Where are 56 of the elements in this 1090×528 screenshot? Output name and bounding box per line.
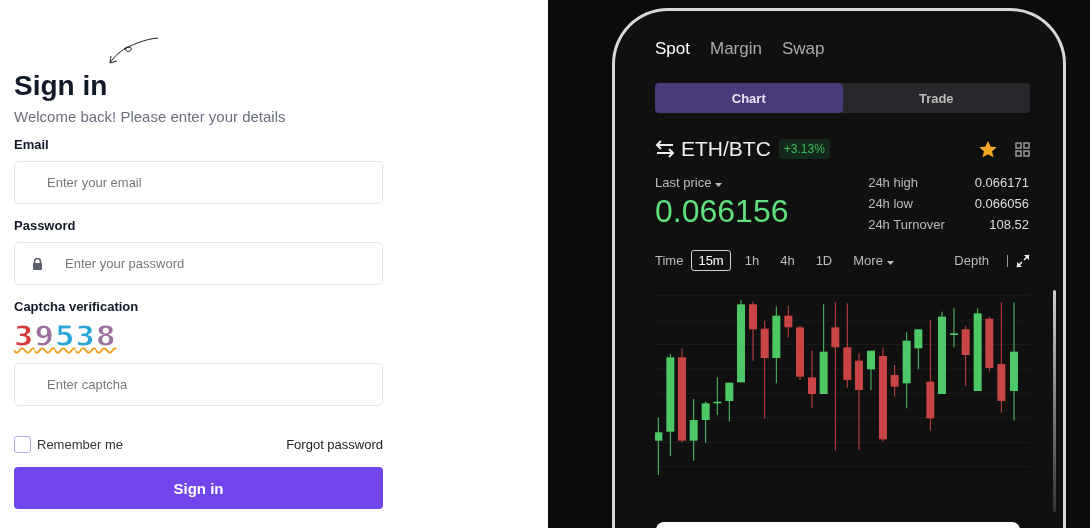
expand-icon[interactable] — [1016, 253, 1030, 268]
candlestick — [725, 382, 734, 423]
stat-label: 24h high — [868, 175, 920, 190]
forgot-password-link[interactable]: Forgot password — [286, 437, 383, 452]
field-label: Captcha verification — [14, 299, 139, 314]
stat-value: 0.066171 — [974, 175, 1029, 190]
caret-icon — [886, 261, 894, 265]
interval-tab[interactable]: 1h — [737, 250, 767, 271]
candlestick — [784, 305, 793, 338]
candlestick — [808, 350, 816, 409]
candlestick — [961, 325, 970, 387]
last-price: 0.066156 — [655, 193, 789, 230]
time-label: Time — [655, 253, 684, 268]
candlestick — [749, 301, 757, 362]
password-field[interactable]: Enter your password — [14, 242, 383, 285]
candlestick — [689, 398, 698, 462]
price-type-dropdown[interactable]: Last price — [655, 175, 789, 190]
more-dropdown[interactable]: More — [846, 250, 901, 271]
caret-icon — [715, 183, 722, 187]
pair-name: ETH/BTC — [681, 137, 771, 161]
candlestick — [701, 401, 710, 444]
subtitle: Welcome back! Please enter your details — [14, 108, 286, 125]
swap-arrows-icon — [655, 140, 675, 158]
view-tab[interactable]: Trade — [842, 83, 1030, 113]
market-tab[interactable]: Swap — [781, 39, 825, 59]
view-tab[interactable]: Chart — [655, 83, 843, 113]
candlestick — [867, 350, 875, 391]
candlestick — [796, 325, 804, 381]
interval-tab[interactable]: 4h — [773, 250, 802, 271]
stat-label: 24h low — [868, 196, 914, 211]
captcha-field[interactable]: Enter captcha — [14, 363, 383, 406]
candlestick — [950, 307, 958, 348]
grid-icon[interactable] — [1015, 141, 1030, 157]
stat-value: 108.52 — [988, 217, 1029, 232]
captcha-image: 39538 — [14, 321, 117, 353]
depth-tab[interactable]: Depth — [947, 250, 996, 271]
candlestick — [713, 376, 722, 416]
star-icon[interactable] — [979, 140, 997, 158]
page-title: Sign in — [14, 70, 108, 102]
candlestick — [890, 364, 899, 398]
remember-checkbox[interactable]: Remember me — [14, 436, 123, 453]
interval-tab[interactable]: 1D — [808, 250, 840, 271]
candlestick — [914, 328, 923, 370]
change-badge: +3.13% — [778, 139, 830, 159]
lock-icon — [32, 258, 43, 270]
stat-label: 24h Turnover — [868, 217, 945, 232]
field-label: Password — [14, 218, 76, 233]
field-label: Email — [14, 137, 49, 152]
market-tab[interactable]: Spot — [655, 39, 690, 59]
interval-tab[interactable]: 15m — [691, 250, 731, 271]
stat-value: 0.066056 — [974, 196, 1029, 211]
market-tab[interactable]: Margin — [710, 39, 762, 59]
sign-in-button[interactable]: Sign in — [14, 467, 383, 509]
candlestick — [985, 316, 994, 373]
email-field[interactable]: Enter your email — [14, 161, 383, 204]
candlestick — [655, 417, 663, 475]
